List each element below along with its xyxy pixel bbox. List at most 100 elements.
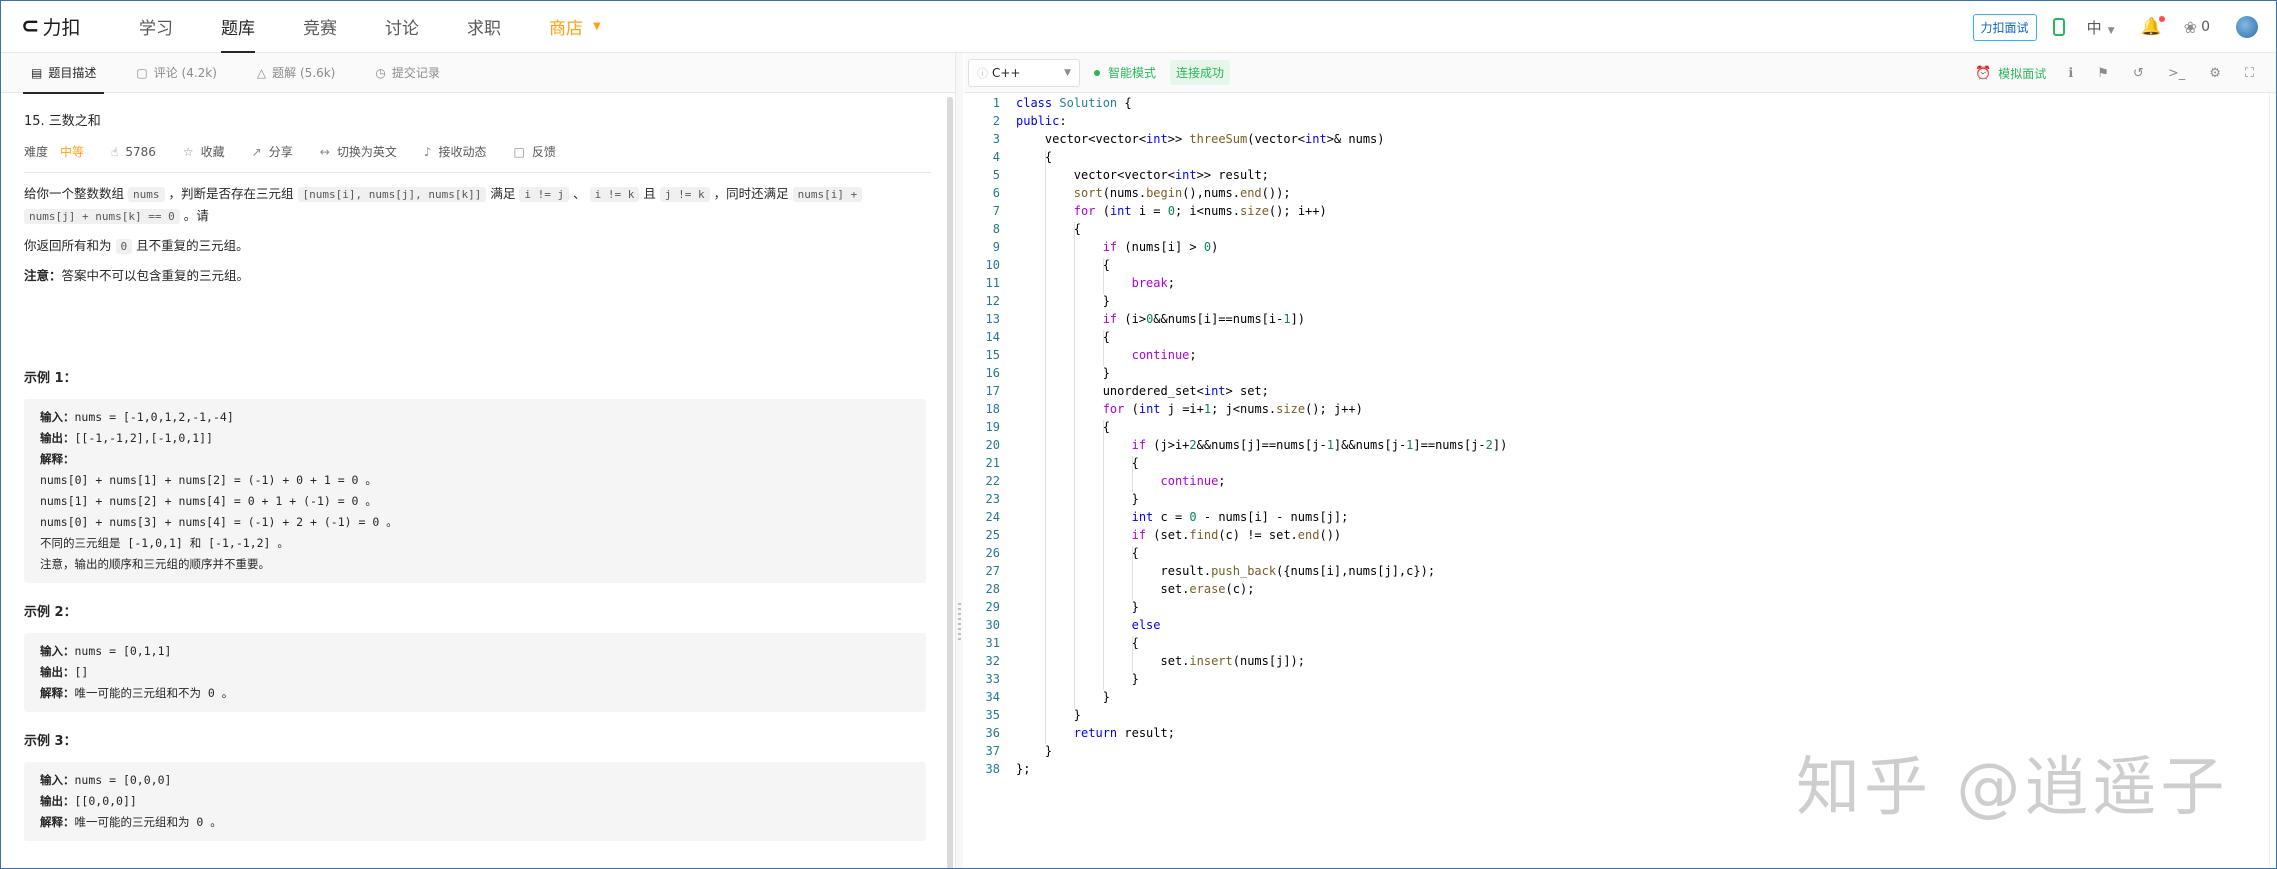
code-line[interactable]: for (int j =i+1; j<nums.size(); j++) (1016, 402, 1363, 416)
code-line[interactable]: for (int i = 0; i<nums.size(); i++) (1016, 204, 1327, 218)
code-line[interactable]: } (1016, 744, 1052, 758)
nav-item-discuss[interactable]: 讨论 (385, 1, 419, 53)
code-line[interactable]: { (1016, 150, 1052, 164)
nav-item-problems[interactable]: 题库 (221, 1, 255, 53)
reset-icon[interactable]: ↺ (2133, 66, 2144, 81)
settings-icon[interactable]: ⚙ (2209, 66, 2221, 81)
flask-icon: △ (256, 65, 267, 80)
code-line[interactable]: set.insert(nums[j]); (1016, 654, 1305, 668)
code-line[interactable]: else (1016, 618, 1161, 632)
difficulty-label: 难度 (24, 145, 49, 159)
code-line[interactable]: if (set.find(c) != set.end()) (1016, 528, 1342, 542)
example-input: 输入：nums = [0,0,0] (40, 770, 910, 791)
mock-interview-button[interactable]: ⏰ 模拟面试 (1975, 65, 2046, 82)
nav-item-learn[interactable]: 学习 (139, 1, 173, 53)
drag-handle-icon[interactable] (958, 603, 961, 643)
code-line[interactable]: unordered_set<int> set; (1016, 384, 1269, 398)
flag-icon[interactable]: ⚑ (2097, 66, 2109, 81)
streak-counter[interactable]: ❀ 0 (2184, 18, 2210, 37)
line-number: 12 (985, 294, 1000, 308)
code-line[interactable]: if (i>0&&nums[i]==nums[i-1]) (1016, 312, 1305, 326)
code-line[interactable]: } (1016, 492, 1139, 506)
alarm-clock-icon: ⏰ (1975, 65, 1992, 81)
share-button[interactable]: ↗ 分享 (252, 143, 293, 160)
code-line[interactable]: break; (1016, 276, 1175, 290)
logo[interactable]: ⊂ 力扣 (21, 13, 91, 40)
code-line[interactable]: } (1016, 600, 1139, 614)
example-box: 输入：nums = [0,0,0] 输出：[[0,0,0]] 解释：唯一可能的三… (24, 762, 926, 841)
explain-label: 解释： (40, 452, 75, 466)
divider (24, 172, 931, 173)
switch-language-label: 切换为英文 (336, 145, 397, 159)
code-line[interactable]: { (1016, 258, 1110, 272)
language-switch[interactable]: 中 ▼ (2087, 17, 2115, 38)
code-line[interactable]: vector<vector<int>> threeSum(vector<int>… (1016, 132, 1385, 146)
collect-button[interactable]: ☆ 收藏 (183, 143, 225, 160)
tab-solutions[interactable]: △ 题解 (5.6k) (257, 53, 335, 93)
line-number: 22 (985, 474, 1000, 488)
code-line[interactable]: } (1016, 672, 1139, 686)
code-line[interactable]: int c = 0 - nums[i] - nums[j]; (1016, 510, 1349, 524)
code-line[interactable]: } (1016, 294, 1110, 308)
editor-scrollbar[interactable] (2269, 93, 2270, 868)
thumbs-up-icon: ☝ (111, 144, 119, 159)
avatar[interactable] (2236, 16, 2258, 38)
code-line[interactable]: } (1016, 690, 1110, 704)
code-line[interactable]: { (1016, 330, 1110, 344)
code-line[interactable]: sort(nums.begin(),nums.end()); (1016, 186, 1291, 200)
phone-icon[interactable] (2052, 18, 2065, 36)
code-line[interactable]: result.push_back({nums[i],nums[j],c}); (1016, 564, 1435, 578)
code-line[interactable]: continue; (1016, 348, 1197, 362)
code-line[interactable]: { (1016, 420, 1110, 434)
code-line[interactable]: if (j>i+2&&nums[j]==nums[j-1]&&nums[j-1]… (1016, 438, 1508, 452)
tab-submissions[interactable]: ◷ 提交记录 (375, 53, 440, 93)
tab-comments[interactable]: ▢ 评论 (4.2k) (136, 53, 217, 93)
code-line[interactable]: } (1016, 708, 1081, 722)
line-number: 4 (992, 150, 1000, 164)
code-line[interactable]: { (1016, 546, 1139, 560)
code-line[interactable]: class Solution { (1016, 96, 1132, 110)
code-line[interactable]: } (1016, 366, 1110, 380)
line-number: 37 (985, 744, 1000, 758)
inline-code: i != k (589, 187, 640, 202)
tab-description[interactable]: ▤ 题目描述 (22, 53, 105, 94)
switch-language-button[interactable]: ↔ 切换为英文 (320, 143, 397, 160)
code-line[interactable]: }; (1016, 762, 1030, 776)
subscribe-button[interactable]: ♪ 接收动态 (424, 143, 487, 160)
problem-scrollbar[interactable] (947, 97, 953, 868)
nav-item-jobs[interactable]: 求职 (467, 1, 501, 53)
tab-label: 评论 (4.2k) (153, 66, 217, 80)
line-number: 11 (985, 276, 1000, 290)
code-line[interactable]: public: (1016, 114, 1067, 128)
share-icon: ↗ (251, 144, 262, 159)
fullscreen-icon[interactable]: ⛶ (2245, 66, 2254, 81)
interview-button[interactable]: 力扣面试 (1972, 13, 2037, 41)
code-line[interactable]: continue; (1016, 474, 1226, 488)
feedback-button[interactable]: □ 反馈 (514, 143, 556, 160)
code-line[interactable]: set.erase(c); (1016, 582, 1254, 596)
nav-item-contest[interactable]: 竞赛 (303, 1, 337, 53)
scrollbar-thumb[interactable] (947, 97, 953, 868)
code-line[interactable]: { (1016, 456, 1139, 470)
leetcode-app: ⊂ 力扣 学习 题库 竞赛 讨论 求职 商店 ▼ 力扣面试 中▼ 🔔 ❀ 0 (0, 0, 2277, 869)
info-icon[interactable]: ℹ (2068, 66, 2073, 81)
code-line[interactable]: { (1016, 222, 1081, 236)
terminal-icon[interactable]: >_ (2168, 66, 2185, 81)
nav-item-store[interactable]: 商店 ▼ (549, 1, 601, 53)
indent-guide (1103, 330, 1104, 366)
clock-icon: ◷ (375, 65, 386, 80)
note-label: 注意： (24, 268, 62, 283)
smart-mode-toggle[interactable]: 智能模式 (1094, 64, 1156, 81)
code-line[interactable]: return result; (1016, 726, 1175, 740)
language-select[interactable]: ⓘ C++ ▼ (968, 58, 1080, 87)
code-line[interactable]: if (nums[i] > 0) (1016, 240, 1219, 254)
line-number: 28 (985, 582, 1000, 596)
star-icon: ☆ (182, 144, 194, 159)
bell-icon[interactable]: 🔔 (2141, 16, 2165, 37)
panel-splitter[interactable] (955, 53, 963, 868)
code-line[interactable]: { (1016, 636, 1139, 650)
code-line[interactable]: vector<vector<int>> result; (1016, 168, 1269, 182)
output-label: 输出： (40, 665, 75, 679)
like-button[interactable]: ☝ 5786 (111, 145, 156, 159)
text: 、 (573, 186, 586, 201)
